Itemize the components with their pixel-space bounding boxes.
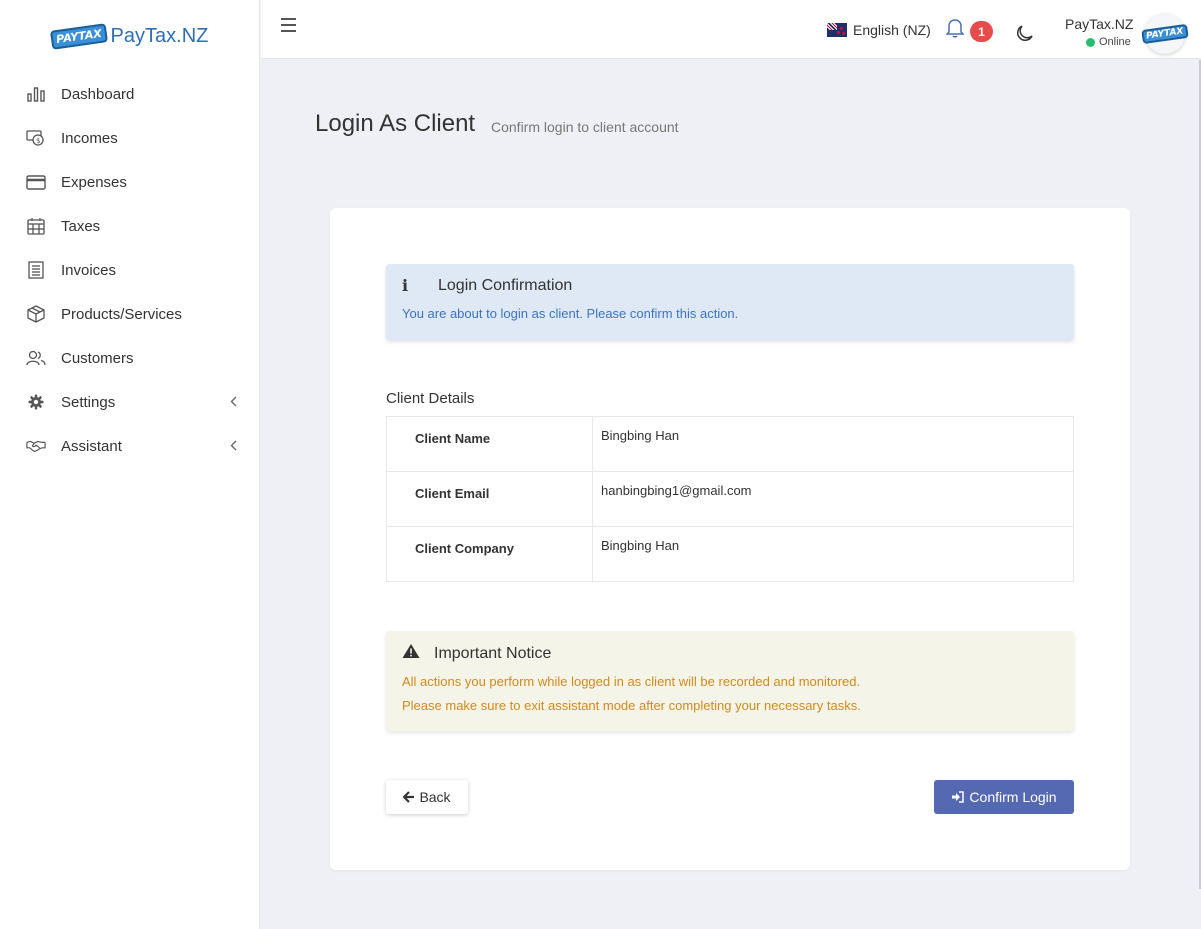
warning-alert: Important Notice All actions you perform…	[386, 631, 1074, 731]
sidebar-item-taxes[interactable]: Taxes	[0, 204, 259, 248]
money-icon: $	[26, 129, 46, 147]
sidebar-item-assistant[interactable]: Assistant	[0, 424, 259, 468]
sidebar-item-invoices[interactable]: Invoices	[0, 248, 259, 292]
arrow-left-icon	[403, 791, 415, 803]
user-status-label: Online	[1099, 36, 1131, 48]
user-name[interactable]: PayTax.NZ	[1065, 16, 1133, 32]
warning-icon	[402, 643, 420, 664]
sidebar-item-label: Customers	[61, 349, 134, 367]
warning-alert-line: Please make sure to exit assistant mode …	[402, 698, 861, 713]
sidebar-item-label: Incomes	[61, 129, 118, 147]
topbar: English (NZ) 1 PayTax.NZ Online PAYTAX	[261, 0, 1201, 59]
language-selector[interactable]: English (NZ)	[827, 22, 931, 38]
sidebar-item-label: Settings	[61, 393, 116, 411]
logo-text: PayTax.NZ	[110, 24, 209, 47]
handshake-icon	[26, 437, 46, 455]
sign-in-icon	[952, 791, 965, 803]
info-alert-title: Login Confirmation	[438, 276, 573, 294]
sidebar-item-label: Expenses	[61, 173, 127, 191]
sidebar-item-label: Dashboard	[61, 85, 135, 103]
sidebar-item-label: Invoices	[61, 261, 117, 279]
online-status-dot	[1086, 37, 1095, 47]
client-email-label: Client Email	[386, 471, 593, 527]
info-icon: i	[402, 276, 409, 295]
back-button-label: Back	[419, 789, 451, 805]
confirm-login-label: Confirm Login	[969, 789, 1057, 805]
client-name-value: Bingbing Han	[592, 416, 1074, 472]
chevron-left-icon	[230, 395, 237, 410]
calendar-icon	[26, 217, 46, 235]
gear-icon	[26, 393, 46, 411]
notification-count-badge: 1	[970, 21, 993, 42]
sidebar-item-expenses[interactable]: Expenses	[0, 160, 259, 204]
table-row: Client Email hanbingbing1@gmail.com	[386, 471, 1074, 527]
menu-toggle-icon[interactable]	[281, 18, 296, 32]
sidebar-item-label: Assistant	[61, 437, 122, 455]
sidebar: PAYTAX PayTax.NZ Dashboard $ Incomes Exp…	[0, 0, 260, 929]
sidebar-item-label: Taxes	[61, 217, 101, 235]
sidebar-nav: Dashboard $ Incomes Expenses Taxes Invoi…	[0, 72, 259, 468]
page-title: Login As Client	[315, 110, 476, 137]
sidebar-item-settings[interactable]: Settings	[0, 380, 259, 424]
table-row: Client Name Bingbing Han	[386, 416, 1074, 472]
chevron-left-icon	[230, 439, 237, 454]
logo-badge: PAYTAX	[49, 22, 108, 50]
users-icon	[26, 349, 46, 367]
table-row: Client Company Bingbing Han	[386, 526, 1074, 582]
bell-icon[interactable]	[945, 18, 965, 43]
info-alert-message: You are about to login as client. Please…	[402, 306, 739, 321]
client-company-label: Client Company	[386, 526, 593, 582]
sidebar-item-label: Products/Services	[61, 305, 182, 323]
box-icon	[26, 305, 46, 323]
language-label: English (NZ)	[853, 22, 931, 38]
svg-text:$: $	[36, 137, 40, 145]
client-details-heading: Client Details	[386, 390, 475, 407]
client-email-value: hanbingbing1@gmail.com	[592, 471, 1074, 527]
sidebar-item-dashboard[interactable]: Dashboard	[0, 72, 259, 116]
confirm-login-button[interactable]: Confirm Login	[934, 780, 1074, 814]
bar-chart-icon	[26, 85, 46, 103]
sidebar-item-customers[interactable]: Customers	[0, 336, 259, 380]
back-button[interactable]: Back	[386, 780, 468, 814]
info-alert: i Login Confirmation You are about to lo…	[386, 264, 1074, 340]
warning-alert-line: All actions you perform while logged in …	[402, 674, 861, 689]
user-status: Online	[1086, 36, 1131, 48]
client-name-label: Client Name	[386, 416, 593, 472]
warning-alert-title: Important Notice	[434, 644, 552, 662]
app-logo[interactable]: PAYTAX PayTax.NZ	[0, 0, 259, 72]
avatar[interactable]: PAYTAX	[1141, 14, 1189, 54]
credit-card-icon	[26, 173, 46, 191]
nz-flag-icon	[827, 23, 847, 37]
invoice-icon	[26, 261, 46, 279]
avatar-logo-badge: PAYTAX	[1141, 23, 1189, 45]
sidebar-item-products-services[interactable]: Products/Services	[0, 292, 259, 336]
page-subtitle: Confirm login to client account	[491, 119, 679, 135]
sidebar-item-incomes[interactable]: $ Incomes	[0, 116, 259, 160]
dark-mode-toggle-icon[interactable]	[1016, 24, 1034, 47]
client-company-value: Bingbing Han	[592, 526, 1074, 582]
login-as-client-card: i Login Confirmation You are about to lo…	[330, 208, 1130, 870]
client-details-table: Client Name Bingbing Han Client Email ha…	[386, 416, 1074, 582]
